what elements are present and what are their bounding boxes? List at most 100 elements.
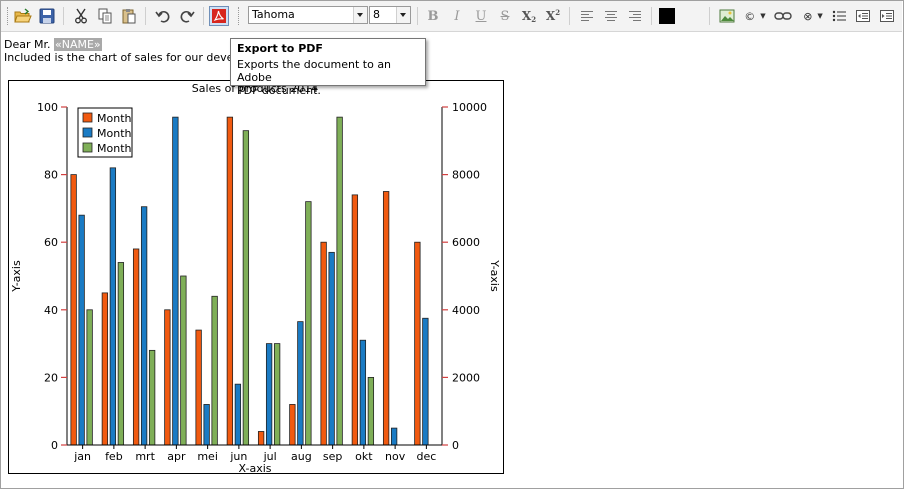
color-swatch (659, 8, 675, 24)
x-tick-label: sep (323, 450, 342, 463)
export-pdf-tooltip: Export to PDF Exports the document to an… (230, 38, 426, 97)
y-tick-label: 100 (37, 101, 58, 114)
bar-aug-series-3 (305, 201, 312, 446)
sales-chart[interactable]: Sales of products 2014jan feb mrt apr mei jun… (8, 80, 504, 474)
y2-tick-label: 8000 (452, 169, 480, 182)
font-size-select[interactable]: 8 (369, 6, 411, 24)
hyperlink-icon[interactable] (773, 6, 793, 26)
bar-apr-series-2 (172, 116, 179, 446)
bar-nov-series-2 (390, 427, 398, 446)
subscript-icon[interactable]: X2 (519, 6, 539, 26)
y2-tick-label: 10000 (452, 101, 487, 114)
y2-tick-label: 2000 (452, 371, 480, 384)
intro-line: Included is the chart of sales for our d… (4, 51, 261, 64)
redo-icon[interactable] (177, 6, 197, 26)
toolbar-separator (709, 7, 710, 25)
tooltip-body-line1: Exports the document to an Adobe (237, 58, 392, 84)
toolbar-grip[interactable] (238, 7, 241, 25)
toolbar-grip[interactable] (7, 7, 10, 25)
bar-sep-series-2 (328, 251, 335, 446)
bar-mei-series-2 (203, 404, 210, 446)
indent-decrease-icon[interactable] (853, 6, 873, 26)
legend-swatch-1 (82, 112, 93, 123)
cut-icon[interactable] (71, 6, 91, 26)
legend-label-2: Month (97, 127, 132, 140)
undo-icon[interactable] (153, 6, 173, 26)
indent-increase-icon[interactable] (877, 6, 897, 26)
x-tick-label: okt (355, 450, 373, 463)
bar-mrt-series-3 (148, 349, 156, 446)
bar-jun-series-2 (234, 383, 242, 446)
font-size-value: 8 (373, 8, 380, 21)
toolbar: Tahoma 8 B I U S X2 X2 © ▼ ⊗ ▼ (1, 1, 902, 32)
legend-label-3: Month (97, 142, 132, 155)
bar-nov-series-1 (382, 191, 390, 446)
greeting-line: Dear Mr. «NAME» (4, 38, 102, 51)
underline-icon[interactable]: U (471, 6, 491, 26)
toolbar-separator (651, 7, 652, 25)
insert-image-icon[interactable] (717, 6, 737, 26)
save-icon[interactable] (37, 6, 57, 26)
strikethrough-icon[interactable]: S (495, 6, 515, 26)
bar-jan-series-3 (86, 309, 93, 446)
bar-okt-series-2 (359, 339, 367, 446)
y-tick-label: 20 (44, 371, 58, 384)
x-tick-label: mrt (135, 450, 155, 463)
export-pdf-icon[interactable] (209, 6, 229, 26)
legend-label-1: Month (97, 112, 132, 125)
y2-axis-label: Y-axis (488, 259, 501, 292)
bar-mei-series-3 (211, 295, 218, 446)
bar-okt-series-3 (367, 376, 375, 446)
x-tick-label: nov (385, 450, 406, 463)
legend-swatch-3 (82, 142, 93, 153)
bar-jun-series-1 (226, 116, 234, 446)
x-tick-label: aug (291, 450, 312, 463)
toolbar-separator (569, 7, 570, 25)
y-tick-label: 80 (44, 169, 58, 182)
open-icon[interactable] (13, 6, 33, 26)
bar-dec-series-1 (414, 241, 421, 446)
chevron-down-icon[interactable] (396, 7, 410, 23)
bar-sep-series-3 (336, 116, 343, 446)
legend-swatch-2 (82, 127, 93, 138)
bar-feb-series-3 (117, 262, 125, 446)
y-axis-label: Y-axis (10, 260, 23, 293)
merge-field-name[interactable]: «NAME» (54, 38, 102, 51)
toolbar-separator (63, 7, 64, 25)
bar-jul-series-1 (257, 431, 265, 446)
italic-icon[interactable]: I (447, 6, 467, 26)
bar-jan-series-1 (70, 174, 77, 446)
greeting-text: Dear Mr. (4, 38, 51, 51)
font-name-select[interactable]: Tahoma (248, 6, 368, 24)
copy-icon[interactable] (95, 6, 115, 26)
chevron-down-icon[interactable] (353, 7, 367, 23)
bar-sep-series-1 (320, 241, 327, 446)
toolbar-separator (203, 7, 204, 25)
align-left-icon[interactable] (577, 6, 597, 26)
bar-mrt-series-2 (140, 206, 148, 446)
y2-tick-label: 4000 (452, 304, 480, 317)
superscript-icon[interactable]: X2 (543, 6, 563, 26)
font-name-value: Tahoma (252, 8, 295, 21)
bookmark-icon[interactable]: ⊗ ▼ (799, 6, 827, 26)
tooltip-body-line2: PDF document. (237, 84, 321, 97)
align-right-icon[interactable] (625, 6, 645, 26)
bar-apr-series-3 (180, 275, 187, 446)
font-color-button[interactable] (657, 6, 677, 26)
bar-jun-series-3 (242, 130, 250, 446)
align-center-icon[interactable] (601, 6, 621, 26)
y-tick-label: 60 (44, 236, 58, 249)
bar-feb-series-1 (101, 292, 109, 446)
bar-okt-series-1 (351, 194, 359, 446)
bar-dec-series-2 (422, 317, 429, 446)
y2-tick-label: 6000 (452, 236, 480, 249)
bullet-list-icon[interactable] (829, 6, 849, 26)
bold-icon[interactable]: B (423, 6, 443, 26)
x-tick-label: feb (105, 450, 123, 463)
insert-symbol-icon[interactable]: © ▼ (741, 6, 769, 26)
paste-icon[interactable] (119, 6, 139, 26)
bar-jan-series-2 (78, 214, 85, 446)
bar-apr-series-1 (164, 309, 171, 446)
toolbar-separator (417, 7, 418, 25)
bar-feb-series-2 (109, 167, 117, 446)
